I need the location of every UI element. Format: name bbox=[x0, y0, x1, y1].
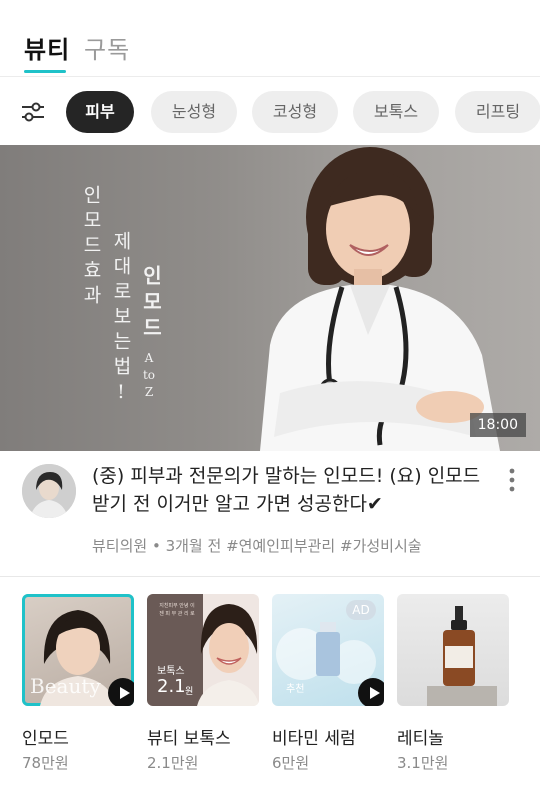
video-title[interactable]: (중) 피부과 전문의가 말하는 인모드! (요) 인모드 받기 전 이거만 알… bbox=[92, 462, 492, 518]
tab-beauty[interactable]: 뷰티 bbox=[24, 30, 70, 65]
play-icon[interactable] bbox=[108, 678, 134, 706]
product-title: 비타민 세럼 bbox=[272, 729, 356, 749]
tab-subscribe[interactable]: 구독 bbox=[84, 30, 130, 65]
active-tab-indicator bbox=[24, 70, 66, 73]
product-card-botox[interactable]: 지친피부 안녕 이 젠 피 부 관 리 로 보톡스 2.1 원 뷰티 보톡스 2… bbox=[147, 594, 259, 772]
more-options-icon[interactable] bbox=[505, 466, 519, 496]
top-tab-bar: 뷰티 구독 bbox=[0, 0, 540, 77]
product-thumb-botox[interactable]: 지친피부 안녕 이 젠 피 부 관 리 로 보톡스 2.1 원 bbox=[147, 594, 259, 706]
product-card-retinol[interactable]: 레티놀 3.1만원 bbox=[397, 594, 509, 772]
hero-text-how-to: 제대로보는법! bbox=[110, 231, 132, 409]
product-price: 3.1만원 bbox=[397, 754, 449, 772]
product-thumb-inmode[interactable]: Beauty bbox=[22, 594, 134, 706]
featured-video-thumbnail[interactable]: 인모드효과 제대로보는법! 인모드 A to Z 18:00 bbox=[0, 145, 540, 451]
product-title: 레티놀 bbox=[397, 729, 444, 749]
filter-chip-lifting[interactable]: 리프팅 bbox=[455, 91, 540, 133]
filter-sliders-icon[interactable] bbox=[20, 99, 46, 125]
product-thumb-vitamin-serum[interactable]: AD 추천 bbox=[272, 594, 384, 706]
hero-text-inmode: 인모드 bbox=[139, 265, 163, 343]
doctor-illustration bbox=[260, 147, 500, 451]
recommend-overlay: 추천 bbox=[286, 684, 305, 695]
botox-price-unit: 원 bbox=[185, 687, 194, 697]
product-card-vitamin-serum[interactable]: AD 추천 비타민 세럼 6만원 bbox=[272, 594, 384, 772]
ad-badge: AD bbox=[346, 600, 376, 620]
filter-row: 피부 눈성형 코성형 보톡스 리프팅 bbox=[0, 91, 540, 133]
channel-avatar[interactable] bbox=[22, 464, 76, 518]
product-card-inmode[interactable]: Beauty 인모드 78만원 bbox=[22, 594, 134, 772]
product-price: 78만원 bbox=[22, 754, 69, 772]
product-price: 2.1만원 bbox=[147, 754, 199, 772]
section-divider bbox=[0, 576, 540, 577]
filter-chip-skin[interactable]: 피부 bbox=[66, 91, 134, 133]
hero-text-a-to-z: A to Z bbox=[142, 351, 156, 399]
botox-price-overlay: 2.1 bbox=[157, 676, 186, 697]
hero-text-effect: 인모드효과 bbox=[80, 185, 102, 310]
filter-chip-eye-surgery[interactable]: 눈성형 bbox=[151, 91, 237, 133]
botox-small-caption: 지친피부 안녕 이 젠 피 부 관 리 로 bbox=[159, 603, 195, 617]
product-thumb-retinol[interactable] bbox=[397, 594, 509, 706]
filter-chip-botox[interactable]: 보톡스 bbox=[353, 91, 439, 133]
botox-badge: 보톡스 bbox=[157, 666, 185, 677]
video-duration: 18:00 bbox=[469, 413, 526, 437]
product-title: 인모드 bbox=[22, 729, 69, 749]
beauty-overlay-text: Beauty bbox=[30, 674, 101, 698]
video-meta: 뷰티의원 • 3개월 전 #연예인피부관리 #가성비시술 bbox=[92, 537, 422, 555]
play-icon[interactable] bbox=[358, 678, 384, 706]
product-price: 6만원 bbox=[272, 754, 310, 772]
filter-chip-nose-surgery[interactable]: 코성형 bbox=[252, 91, 338, 133]
product-title: 뷰티 보톡스 bbox=[147, 729, 231, 749]
